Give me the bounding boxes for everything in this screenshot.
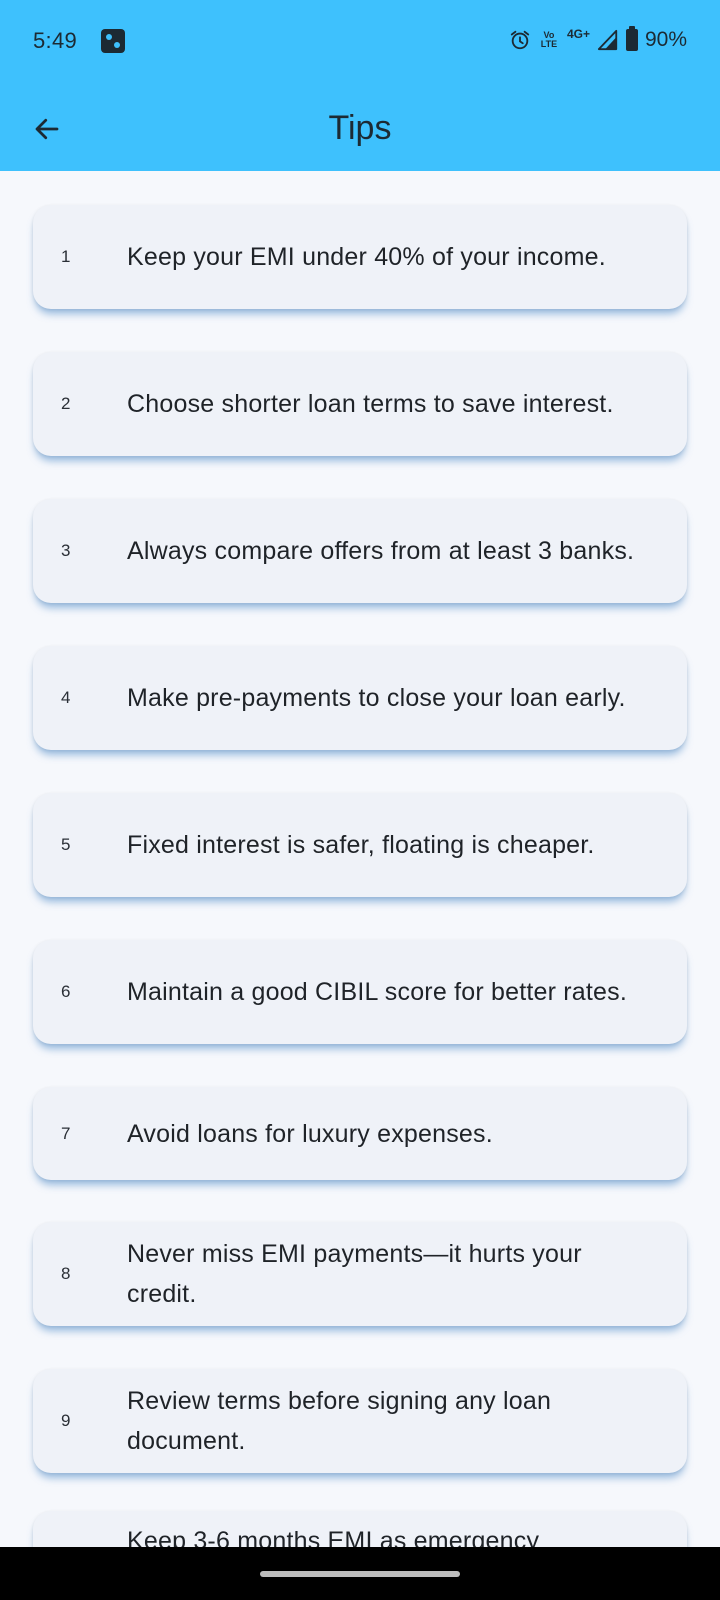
- tip-text: Fixed interest is safer, floating is che…: [127, 831, 595, 859]
- tips-list[interactable]: 1 Keep your EMI under 40% of your income…: [0, 171, 720, 1547]
- volte-icon: Vo LTE: [538, 31, 560, 49]
- tip-text: Always compare offers from at least 3 ba…: [127, 537, 635, 565]
- tip-text: Choose shorter loan terms to save intere…: [127, 390, 614, 418]
- tip-text: Make pre-payments to close your loan ear…: [127, 684, 626, 712]
- notification-app-icon: [101, 29, 125, 53]
- network-type: 4G+: [566, 27, 590, 41]
- volte-label-bottom: LTE: [540, 39, 558, 49]
- tip-text: Maintain a good CIBIL score for better r…: [127, 978, 627, 1006]
- page-title: Tips: [328, 109, 392, 147]
- tip-number: 4: [61, 688, 71, 707]
- battery-percent: 90%: [644, 28, 687, 51]
- tip-number: 8: [61, 1264, 71, 1283]
- tip-card[interactable]: 2 Choose shorter loan terms to save inte…: [33, 352, 687, 456]
- tip-card[interactable]: 7 Avoid loans for luxury expenses.: [33, 1087, 687, 1180]
- gesture-handle[interactable]: [260, 1571, 460, 1577]
- tip-number: 3: [61, 541, 71, 560]
- status-time: 5:49: [33, 28, 78, 53]
- alarm-icon: [510, 30, 530, 50]
- signal-icon: [597, 29, 618, 51]
- tip-number: 5: [61, 835, 71, 854]
- status-bar: 5:49 Vo LTE 4G+ 90%: [0, 0, 720, 86]
- tip-card[interactable]: 6 Maintain a good CIBIL score for better…: [33, 940, 687, 1044]
- toolbar: Tips: [0, 86, 720, 171]
- tip-card[interactable]: 8 Never miss EMI payments—it hurts your …: [33, 1222, 687, 1326]
- tip-number: 9: [61, 1411, 71, 1430]
- tip-text: Keep your EMI under 40% of your income.: [127, 243, 606, 271]
- tip-card[interactable]: 3 Always compare offers from at least 3 …: [33, 499, 687, 603]
- battery-icon: [625, 26, 638, 51]
- tip-text: Review terms before signing any loan doc…: [127, 1387, 552, 1455]
- tip-number: 2: [61, 394, 71, 413]
- tip-card[interactable]: 9 Review terms before signing any loan d…: [33, 1369, 687, 1473]
- tip-number: 1: [61, 247, 71, 266]
- tip-text: Keep 3-6 months EMI as emergency: [127, 1527, 540, 1547]
- tip-number: 7: [61, 1123, 71, 1143]
- status-icons: Vo LTE 4G+ 90%: [509, 26, 687, 54]
- tip-text: Never miss EMI payments—it hurts your cr…: [127, 1240, 582, 1308]
- tip-text: Avoid loans for luxury expenses.: [127, 1119, 493, 1148]
- tip-card[interactable]: 4 Make pre-payments to close your loan e…: [33, 646, 687, 750]
- system-navigation-bar: [0, 1547, 720, 1600]
- back-button[interactable]: [24, 106, 70, 152]
- tip-number: 6: [61, 982, 71, 1001]
- arrow-left-icon: [35, 118, 59, 140]
- tip-card[interactable]: 10 Keep 3-6 months EMI as emergency: [33, 1511, 687, 1547]
- tip-card[interactable]: 5 Fixed interest is safer, floating is c…: [33, 793, 687, 897]
- tip-card[interactable]: 1 Keep your EMI under 40% of your income…: [33, 205, 687, 309]
- app-bar: 5:49 Vo LTE 4G+ 90% Tips: [0, 0, 720, 171]
